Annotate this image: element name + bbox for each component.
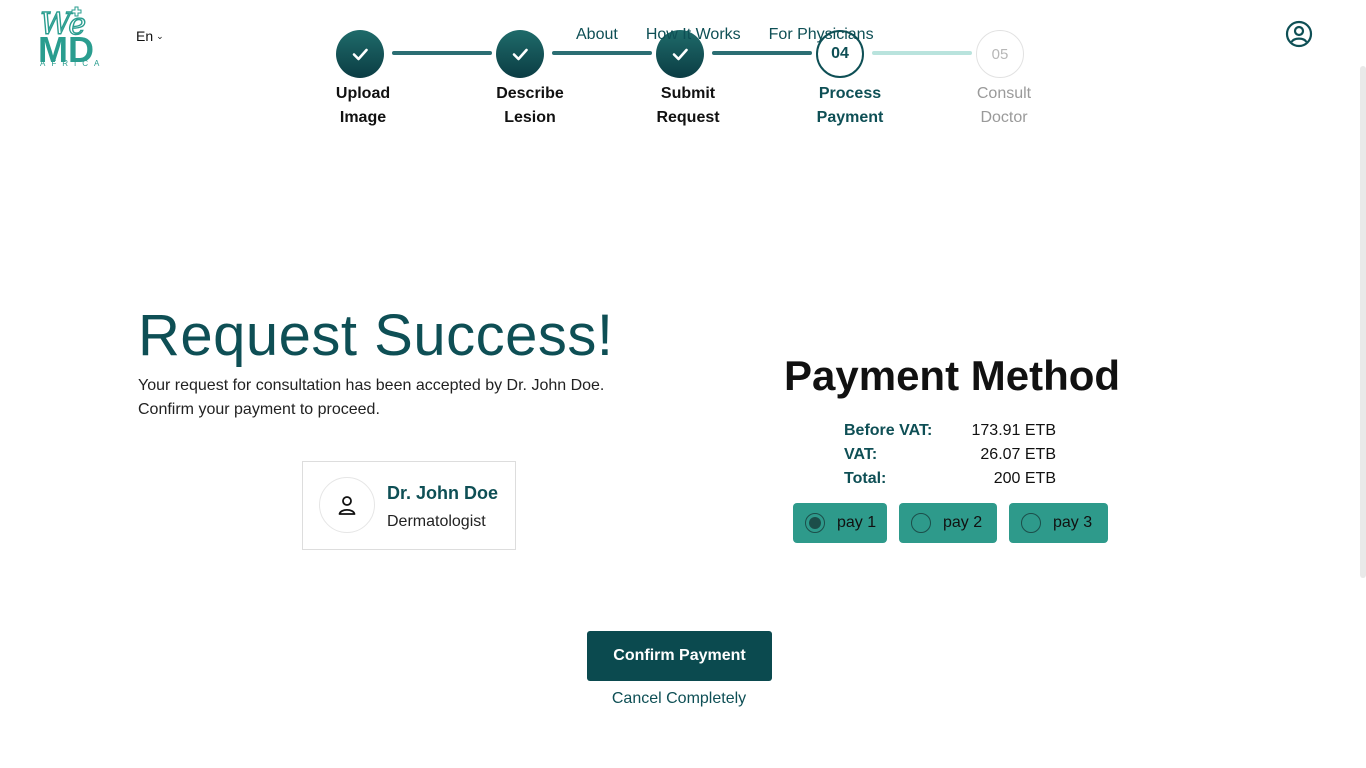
payment-option-3-radio[interactable] bbox=[1021, 513, 1041, 533]
step-4-label-line2: Payment bbox=[816, 109, 884, 126]
confirm-payment-button[interactable]: Confirm Payment bbox=[587, 631, 772, 681]
step-5-label-line1: Consult bbox=[976, 85, 1032, 102]
step-3-label: Submit Request bbox=[628, 82, 748, 130]
step-5-label-line2: Doctor bbox=[980, 109, 1028, 126]
payment-option-2-label: pay 2 bbox=[943, 514, 983, 531]
step-1-check-icon bbox=[336, 30, 384, 78]
stepper-line-2 bbox=[552, 51, 652, 55]
step-1-label: Upload Image bbox=[303, 82, 423, 130]
payment-option-3[interactable]: pay 3 bbox=[1009, 503, 1108, 543]
logo-subtext: AFRICA bbox=[40, 59, 106, 68]
vat-label: VAT: bbox=[844, 446, 878, 463]
nav-about[interactable]: About bbox=[576, 26, 618, 44]
description-line-2: Confirm your payment to proceed. bbox=[138, 401, 380, 418]
before-vat-value: 173.91 ETB bbox=[971, 422, 1057, 439]
top-nav: About How It Works For Physicians bbox=[576, 26, 874, 44]
language-label: En bbox=[136, 28, 154, 44]
language-selector[interactable]: En ⌄ bbox=[136, 28, 164, 44]
description-line-1: Your request for consultation has been a… bbox=[138, 377, 605, 394]
payment-option-3-label: pay 3 bbox=[1053, 514, 1093, 531]
vertical-scrollbar[interactable] bbox=[1360, 66, 1366, 578]
page-title: Request Success! bbox=[138, 303, 614, 368]
payment-option-1-radio[interactable] bbox=[805, 513, 825, 533]
nav-how-it-works[interactable]: How It Works bbox=[646, 26, 741, 44]
total-label: Total: bbox=[844, 470, 887, 487]
doctor-name: Dr. John Doe bbox=[387, 483, 499, 503]
success-description: Your request for consultation has been a… bbox=[138, 374, 658, 422]
payment-option-1-label: pay 1 bbox=[837, 514, 877, 531]
step-4-label-line1: Process bbox=[818, 85, 882, 102]
step-4-label: Process Payment bbox=[790, 82, 910, 130]
step-2-check-icon bbox=[496, 30, 544, 78]
step-1-label-line1: Upload bbox=[335, 85, 391, 102]
step-1-label-line2: Image bbox=[339, 109, 387, 126]
payment-method-title: Payment Method bbox=[784, 352, 1121, 399]
doctor-avatar-icon bbox=[319, 477, 375, 533]
step-5-label: Consult Doctor bbox=[944, 82, 1064, 130]
chevron-down-icon: ⌄ bbox=[156, 30, 164, 41]
step-2-label-line1: Describe bbox=[496, 85, 564, 102]
stepper-line-3 bbox=[712, 51, 812, 55]
step-2-label-line2: Lesion bbox=[504, 109, 556, 126]
nav-for-physicians[interactable]: For Physicians bbox=[769, 26, 874, 44]
before-vat-label: Before VAT: bbox=[844, 422, 933, 439]
vat-value: 26.07 ETB bbox=[980, 446, 1056, 463]
step-3-label-line2: Request bbox=[656, 109, 720, 126]
stepper-line-4 bbox=[872, 51, 972, 55]
doctor-specialty: Dermatologist bbox=[387, 513, 486, 530]
step-2-label: Describe Lesion bbox=[470, 82, 590, 130]
payment-option-2-radio[interactable] bbox=[911, 513, 931, 533]
doctor-card: Dr. John Doe Dermatologist bbox=[302, 461, 516, 550]
step-3-label-line1: Submit bbox=[660, 85, 716, 102]
payment-option-2[interactable]: pay 2 bbox=[899, 503, 997, 543]
user-profile-icon[interactable] bbox=[1285, 20, 1313, 48]
stepper-line-1 bbox=[392, 51, 492, 55]
cancel-completely-link[interactable]: Cancel Completely bbox=[583, 690, 775, 708]
total-value: 200 ETB bbox=[993, 470, 1056, 487]
payment-option-1[interactable]: pay 1 bbox=[793, 503, 887, 543]
step-5-number: 05 bbox=[976, 30, 1024, 78]
